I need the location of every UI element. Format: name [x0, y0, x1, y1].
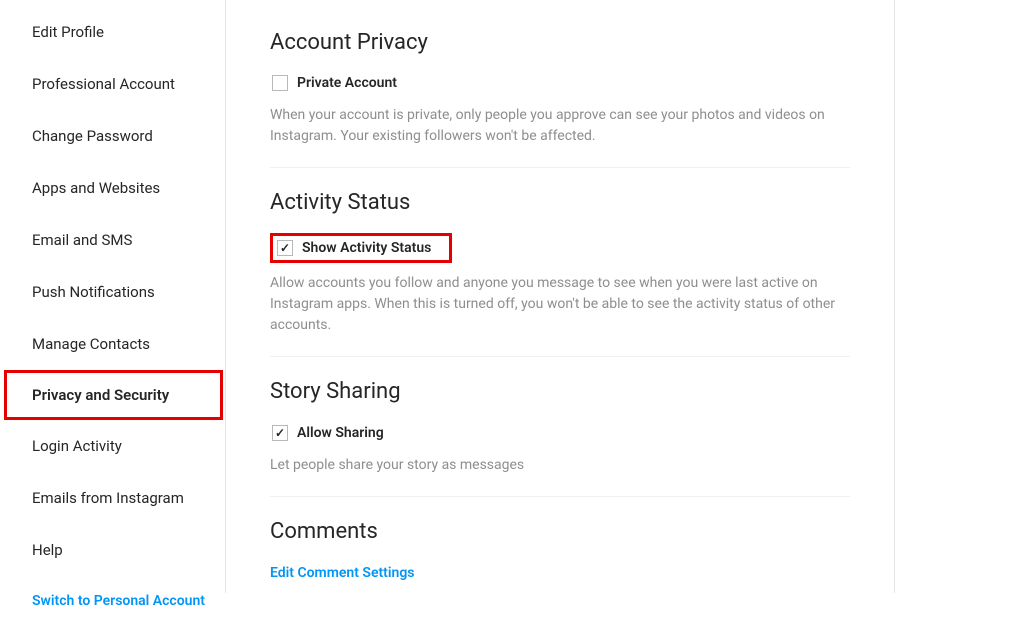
sidebar-item-professional-account[interactable]: Professional Account [0, 58, 225, 110]
sidebar-item-label: Help [32, 541, 63, 559]
checkbox-icon [277, 240, 293, 256]
sidebar-item-label: Professional Account [32, 75, 175, 93]
checkbox-label: Show Activity Status [302, 240, 431, 256]
section-description: Allow accounts you follow and anyone you… [270, 273, 850, 336]
sidebar-item-label: Apps and Websites [32, 179, 160, 197]
settings-container: Edit Profile Professional Account Change… [0, 0, 895, 593]
sidebar-item-label: Switch to Personal Account [32, 593, 205, 609]
sidebar-item-login-activity[interactable]: Login Activity [0, 420, 225, 472]
sidebar-item-push-notifications[interactable]: Push Notifications [0, 266, 225, 318]
sidebar-item-label: Emails from Instagram [32, 489, 184, 507]
section-description: When your account is private, only peopl… [270, 105, 850, 147]
sidebar-item-label: Change Password [32, 127, 153, 145]
section-title: Comments [270, 519, 850, 544]
comments-section: Comments Edit Comment Settings [270, 519, 850, 601]
sidebar-item-label: Manage Contacts [32, 335, 150, 353]
checkbox-label: Allow Sharing [297, 425, 384, 441]
sidebar-item-label: Push Notifications [32, 283, 155, 301]
sidebar-item-help[interactable]: Help [0, 524, 225, 576]
show-activity-status-toggle[interactable]: Show Activity Status [270, 233, 452, 263]
sidebar-item-manage-contacts[interactable]: Manage Contacts [0, 318, 225, 370]
sidebar-item-label: Login Activity [32, 437, 122, 455]
sidebar-item-privacy-and-security[interactable]: Privacy and Security [4, 370, 223, 420]
account-privacy-section: Account Privacy Private Account When you… [270, 30, 850, 168]
sidebar-switch-account-link[interactable]: Switch to Personal Account [0, 576, 225, 626]
sidebar-item-edit-profile[interactable]: Edit Profile [0, 6, 225, 58]
checkbox-icon [272, 425, 288, 441]
sidebar-item-apps-and-websites[interactable]: Apps and Websites [0, 162, 225, 214]
settings-sidebar: Edit Profile Professional Account Change… [0, 0, 226, 593]
sidebar-item-change-password[interactable]: Change Password [0, 110, 225, 162]
sidebar-item-label: Privacy and Security [32, 386, 169, 404]
edit-comment-settings-link[interactable]: Edit Comment Settings [270, 565, 415, 581]
allow-sharing-toggle[interactable]: Allow Sharing [270, 423, 388, 443]
section-description: Let people share your story as messages [270, 455, 850, 476]
section-title: Activity Status [270, 190, 850, 215]
sidebar-item-label: Edit Profile [32, 23, 104, 41]
sidebar-item-emails-from-instagram[interactable]: Emails from Instagram [0, 472, 225, 524]
checkbox-icon [272, 75, 288, 91]
activity-status-section: Activity Status Show Activity Status All… [270, 190, 850, 357]
private-account-toggle[interactable]: Private Account [270, 73, 401, 93]
sidebar-item-label: Email and SMS [32, 231, 132, 249]
checkbox-label: Private Account [297, 75, 397, 91]
sidebar-item-email-and-sms[interactable]: Email and SMS [0, 214, 225, 266]
section-title: Account Privacy [270, 30, 850, 55]
settings-main: Account Privacy Private Account When you… [226, 0, 894, 593]
section-title: Story Sharing [270, 379, 850, 404]
story-sharing-section: Story Sharing Allow Sharing Let people s… [270, 379, 850, 497]
